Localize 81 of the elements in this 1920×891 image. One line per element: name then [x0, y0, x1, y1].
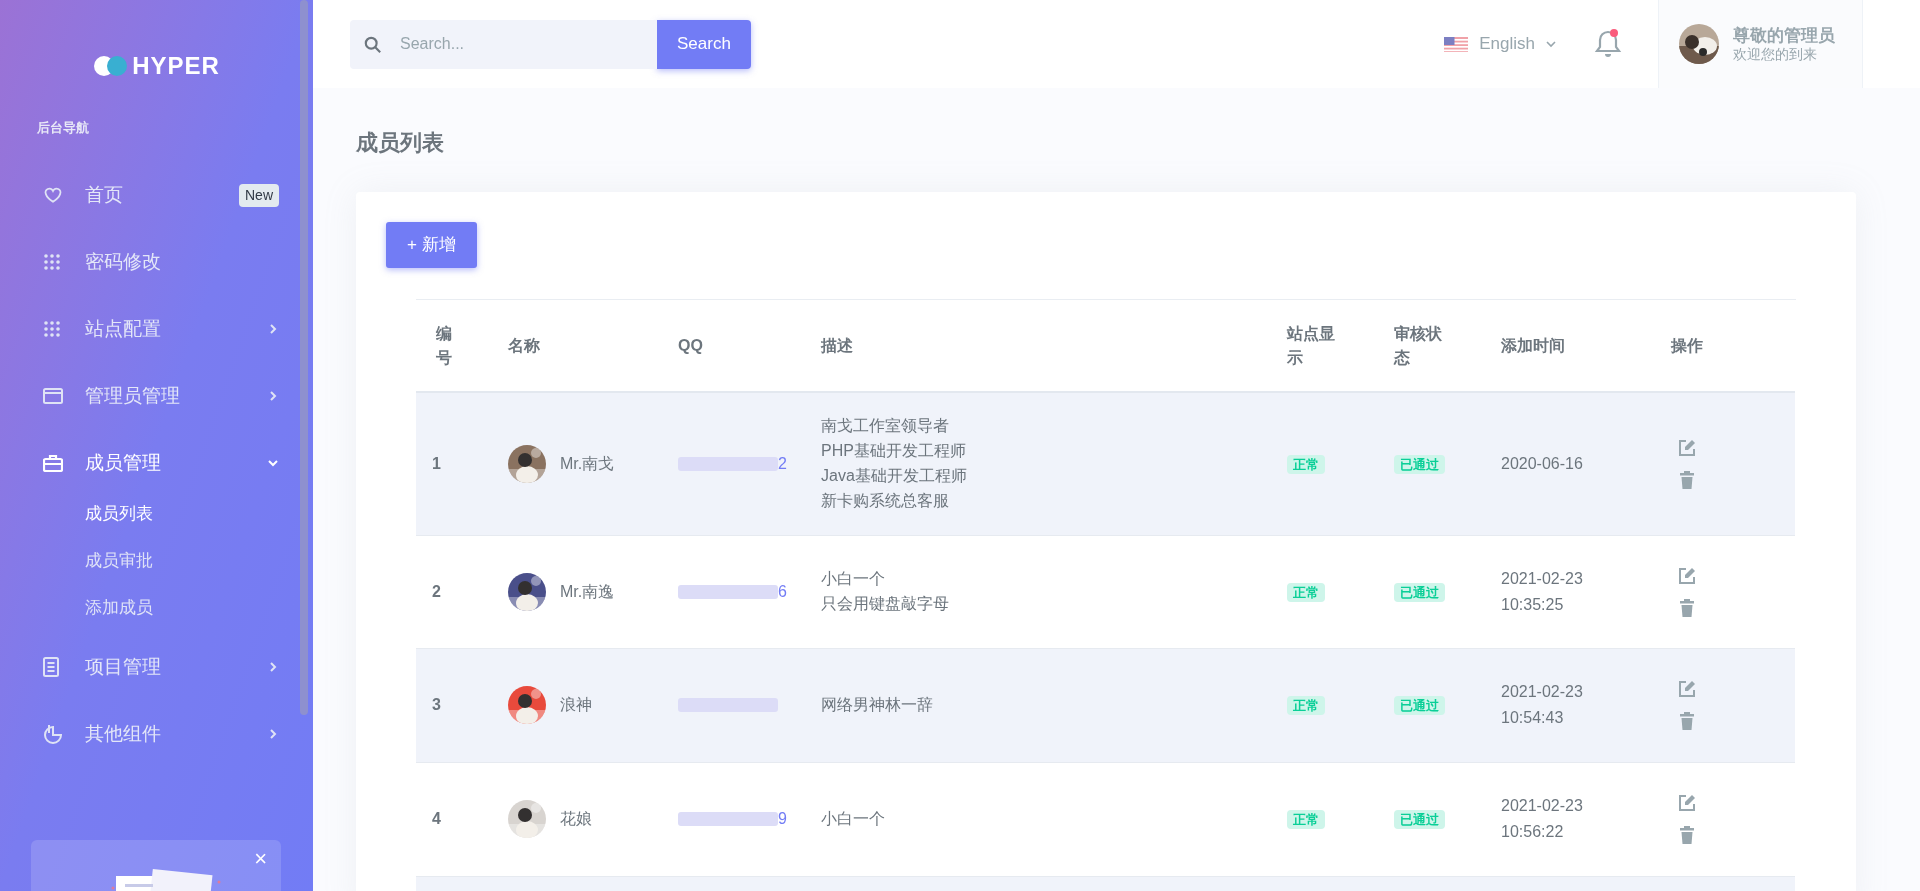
column-header: 描述 [821, 335, 853, 356]
description-line: 只会用键盘敲字母 [821, 593, 949, 614]
description-line: 小白一个 [821, 568, 885, 589]
table-cell: 4 [432, 810, 441, 827]
brand-name: HYPER [132, 51, 220, 81]
user-panel[interactable]: 尊敬的管理员 欢迎您的到来 [1658, 0, 1863, 88]
sidebar-item[interactable]: 首页 New [0, 161, 313, 229]
delete-icon[interactable] [1677, 711, 1697, 731]
qq-number[interactable]: 6 [778, 579, 787, 604]
status-badge: 已通过 [1394, 696, 1445, 715]
date-text: 2020-06-16 [1501, 453, 1583, 474]
qq-number[interactable]: 9 [778, 807, 787, 831]
heart-icon [43, 185, 63, 205]
sidebar-item[interactable]: 站点配置 [0, 295, 313, 363]
column-header: 审核状态 [1394, 323, 1443, 368]
user-name: 尊敬的管理员 [1733, 24, 1835, 46]
pie-chart-icon [43, 724, 63, 744]
date-text: 2021-02-23 [1501, 796, 1583, 817]
notification-bell-icon[interactable] [1594, 29, 1622, 59]
status-badge: 已通过 [1394, 810, 1445, 829]
dots-grid-icon [43, 320, 61, 338]
column-header: 站点显示 [1287, 323, 1336, 368]
search-button[interactable]: Search [657, 19, 751, 69]
member-name: Mr.南逸 [560, 581, 615, 602]
table-cell: 3 [432, 696, 441, 713]
sidebar-item[interactable]: 项目管理 [0, 633, 313, 701]
delete-icon[interactable] [1677, 825, 1697, 845]
page-title: 成员列表 [356, 129, 444, 157]
flag-icon [1444, 36, 1469, 52]
status-badge: 正常 [1287, 696, 1325, 715]
sidebar-item[interactable]: 其他组件 [0, 700, 313, 768]
column-header: 名称 [508, 335, 540, 356]
caret-down-icon [1546, 40, 1556, 48]
column-header: 操作 [1671, 335, 1703, 356]
language-selector[interactable]: English [1444, 31, 1556, 57]
sidebar-item[interactable]: 管理员管理 [0, 362, 313, 430]
description-line: 小白一个 [821, 808, 885, 829]
status-badge: 已通过 [1394, 454, 1445, 474]
edit-icon[interactable] [1677, 793, 1697, 813]
user-greeting: 欢迎您的到来 [1733, 45, 1818, 64]
window-icon [43, 387, 63, 405]
briefcase-icon [43, 454, 63, 472]
table-cell: 2 [432, 582, 441, 600]
description-line: 新卡购系统总客服 [821, 490, 949, 511]
description-line: 南戈工作室领导者 [821, 416, 949, 437]
status-badge: 正常 [1287, 582, 1325, 602]
description-line: 网络男神林一辞 [821, 694, 933, 715]
submenu-item[interactable]: 成员审批 [85, 537, 153, 585]
sidebar-heading: 后台导航 [37, 119, 89, 137]
edit-icon[interactable] [1677, 565, 1697, 586]
date-text: 2021-02-23 [1501, 568, 1583, 589]
delete-icon[interactable] [1677, 597, 1697, 618]
table-cell: 1 [432, 454, 441, 472]
column-header: 编号 [436, 323, 453, 368]
document-icon [43, 657, 59, 677]
status-badge: 正常 [1287, 810, 1325, 829]
date-text: 10:35:25 [1501, 594, 1564, 615]
add-button[interactable]: + 新增 [386, 222, 477, 268]
logo-icon [93, 55, 130, 77]
column-header: QQ [678, 335, 703, 356]
description-line: Java基础开发工程师 [821, 465, 967, 486]
dots-grid-icon [43, 253, 61, 271]
member-name: 花娘 [560, 809, 592, 829]
member-name: Mr.南戈 [560, 453, 615, 474]
column-header: 添加时间 [1501, 335, 1565, 356]
sidebar-item[interactable]: 密码修改 [0, 228, 313, 296]
status-badge: 正常 [1287, 454, 1325, 474]
delete-icon[interactable] [1677, 469, 1697, 490]
new-badge: New [239, 183, 279, 207]
edit-icon[interactable] [1677, 437, 1697, 458]
status-badge: 已通过 [1394, 582, 1445, 602]
qq-number[interactable]: 2 [778, 451, 787, 476]
date-text: 2021-02-23 [1501, 682, 1583, 703]
description-line: PHP基础开发工程师 [821, 440, 966, 461]
date-text: 10:56:22 [1501, 822, 1564, 842]
search-field[interactable]: Search... [350, 19, 657, 69]
submenu-item[interactable]: 添加成员 [85, 584, 153, 632]
edit-icon[interactable] [1677, 679, 1697, 699]
member-name: 浪神 [560, 695, 592, 715]
close-button[interactable]: × [254, 848, 267, 870]
date-text: 10:54:43 [1501, 708, 1564, 728]
